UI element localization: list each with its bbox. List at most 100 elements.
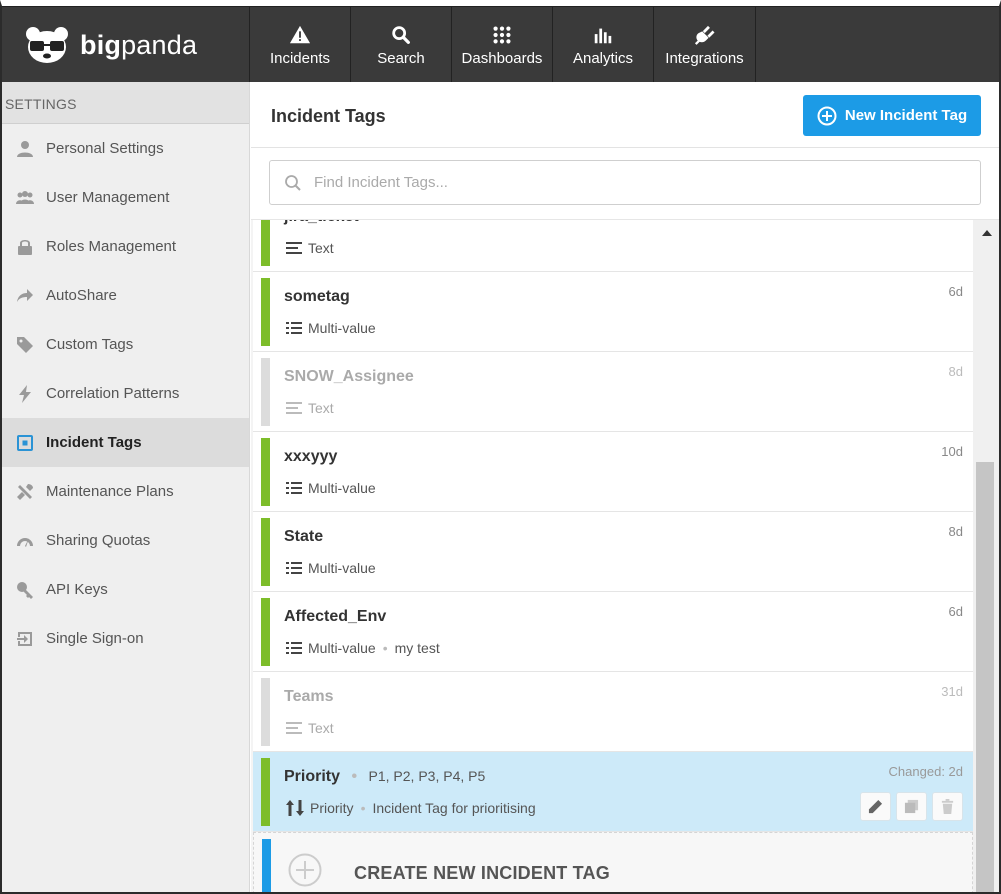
copy-icon <box>904 799 919 814</box>
settings-sidebar: SETTINGS Personal Settings User Manageme… <box>2 82 250 892</box>
search-input[interactable] <box>314 174 980 191</box>
sidebar-item-roles-management[interactable]: Roles Management <box>2 222 249 271</box>
tag-name-line: Priority • P1, P2, P3, P4, P5 <box>284 768 485 786</box>
logo-wordmark: bigpanda <box>80 29 198 60</box>
separator-dot: • <box>360 800 366 816</box>
plug-icon <box>694 25 715 45</box>
create-label: CREATE NEW INCIDENT TAG <box>354 863 610 883</box>
tag-age: 8d <box>948 364 963 379</box>
text-lines-icon <box>286 722 302 734</box>
search-icon <box>285 174 301 191</box>
tag-row[interactable]: Affected_Env Multi-value • my test 6d <box>253 592 973 672</box>
list-scrollbar[interactable] <box>973 220 999 892</box>
grid-icon <box>493 25 511 44</box>
edit-button[interactable] <box>860 792 891 821</box>
tag-age: 6d <box>948 604 963 619</box>
delete-button[interactable] <box>932 792 963 821</box>
nav-tab-dashboards[interactable]: Dashboards <box>452 7 553 83</box>
tag-type: Multi-value • my test <box>286 640 440 656</box>
tag-type: Multi-value <box>286 480 376 496</box>
tag-changed: Changed: 2d <box>888 764 963 779</box>
main-panel: Incident Tags New Incident Tag jira_tick… <box>251 82 999 892</box>
scroll-up-arrow-icon[interactable] <box>982 230 992 236</box>
list-icon <box>286 562 302 574</box>
sidebar-item-custom-tags[interactable]: Custom Tags <box>2 320 249 369</box>
lock-icon <box>14 238 36 256</box>
sidebar-item-autoshare[interactable]: AutoShare <box>2 271 249 320</box>
sidebar-item-correlation-patterns[interactable]: Correlation Patterns <box>2 369 249 418</box>
key-icon <box>14 581 36 599</box>
nav-tab-incidents[interactable]: Incidents <box>250 7 351 83</box>
tag-type: Multi-value <box>286 560 376 576</box>
scroll-thumb[interactable] <box>976 462 994 892</box>
nav-tab-search[interactable]: Search <box>351 7 452 83</box>
tag-row[interactable]: Teams Text 31d <box>253 672 973 752</box>
tag-row[interactable]: SNOW_Assignee Text 8d <box>253 352 973 432</box>
status-bar <box>261 758 270 826</box>
tag-age: 31d <box>941 684 963 699</box>
target-icon <box>14 434 36 452</box>
list-icon <box>286 322 302 334</box>
users-icon <box>14 189 36 207</box>
incident-tag-list: jira_ticket Text sometag Multi-value 6d … <box>251 220 999 892</box>
bolt-icon <box>14 384 36 403</box>
tag-row[interactable]: sometag Multi-value 6d <box>253 272 973 352</box>
tag-type: Text <box>286 240 334 256</box>
nav-tab-integrations[interactable]: Integrations <box>654 7 756 83</box>
tag-age: 10d <box>941 444 963 459</box>
pencil-icon <box>868 799 883 814</box>
tag-name: xxxyyy <box>284 448 338 465</box>
status-bar <box>261 678 270 746</box>
tag-row[interactable]: xxxyyy Multi-value 10d <box>253 432 973 512</box>
sidebar-item-maintenance-plans[interactable]: Maintenance Plans <box>2 467 249 516</box>
main-header: Incident Tags New Incident Tag <box>251 82 999 148</box>
plus-circle-icon <box>288 853 322 887</box>
tag-type: Priority • Incident Tag for prioritising <box>286 800 536 816</box>
new-incident-tag-button[interactable]: New Incident Tag <box>803 95 981 136</box>
tag-name: Teams <box>284 688 334 705</box>
tag-description: my test <box>394 640 440 656</box>
list-icon <box>286 642 302 654</box>
sidebar-item-sharing-quotas[interactable]: Sharing Quotas <box>2 516 249 565</box>
tag-name: Affected_Env <box>284 608 387 625</box>
tag-name: Priority <box>284 768 341 785</box>
plus-circle-icon <box>817 106 837 125</box>
tools-icon <box>14 483 36 501</box>
status-bar <box>261 438 270 506</box>
sort-arrows-icon <box>286 800 304 816</box>
status-bar <box>261 518 270 586</box>
duplicate-button[interactable] <box>896 792 927 821</box>
text-lines-icon <box>286 402 302 414</box>
share-icon <box>14 287 36 305</box>
tag-actions <box>855 792 963 821</box>
trash-icon <box>941 799 954 814</box>
bar-chart-icon <box>594 28 612 43</box>
tag-row[interactable]: jira_ticket Text <box>253 220 973 272</box>
tag-name: jira_ticket <box>284 220 359 226</box>
bigpanda-logo[interactable]: bigpanda <box>2 7 250 83</box>
status-bar <box>261 278 270 346</box>
tag-row[interactable]: State Multi-value 8d <box>253 512 973 592</box>
sidebar-item-user-management[interactable]: User Management <box>2 173 249 222</box>
search-bar <box>251 148 999 220</box>
tag-row-selected[interactable]: Priority • P1, P2, P3, P4, P5 Priority •… <box>253 752 973 832</box>
create-new-incident-tag[interactable]: CREATE NEW INCIDENT TAG <box>253 832 973 892</box>
signin-icon <box>14 630 36 648</box>
sidebar-item-single-sign-on[interactable]: Single Sign-on <box>2 614 249 663</box>
create-bar <box>262 839 271 892</box>
sidebar-item-api-keys[interactable]: API Keys <box>2 565 249 614</box>
tag-values: P1, P2, P3, P4, P5 <box>368 768 486 784</box>
tag-type: Text <box>286 400 334 416</box>
sidebar-item-incident-tags[interactable]: Incident Tags <box>2 418 249 467</box>
page-title: Incident Tags <box>271 106 386 126</box>
list-icon <box>286 482 302 494</box>
tag-name: State <box>284 528 324 545</box>
nav-tab-analytics[interactable]: Analytics <box>553 7 654 83</box>
text-lines-icon <box>286 242 302 254</box>
separator-dot: • <box>382 640 388 656</box>
warning-icon <box>289 25 311 43</box>
tag-age: 8d <box>948 524 963 539</box>
sidebar-item-personal-settings[interactable]: Personal Settings <box>2 124 249 173</box>
status-bar <box>261 358 270 426</box>
gauge-icon <box>14 532 36 550</box>
